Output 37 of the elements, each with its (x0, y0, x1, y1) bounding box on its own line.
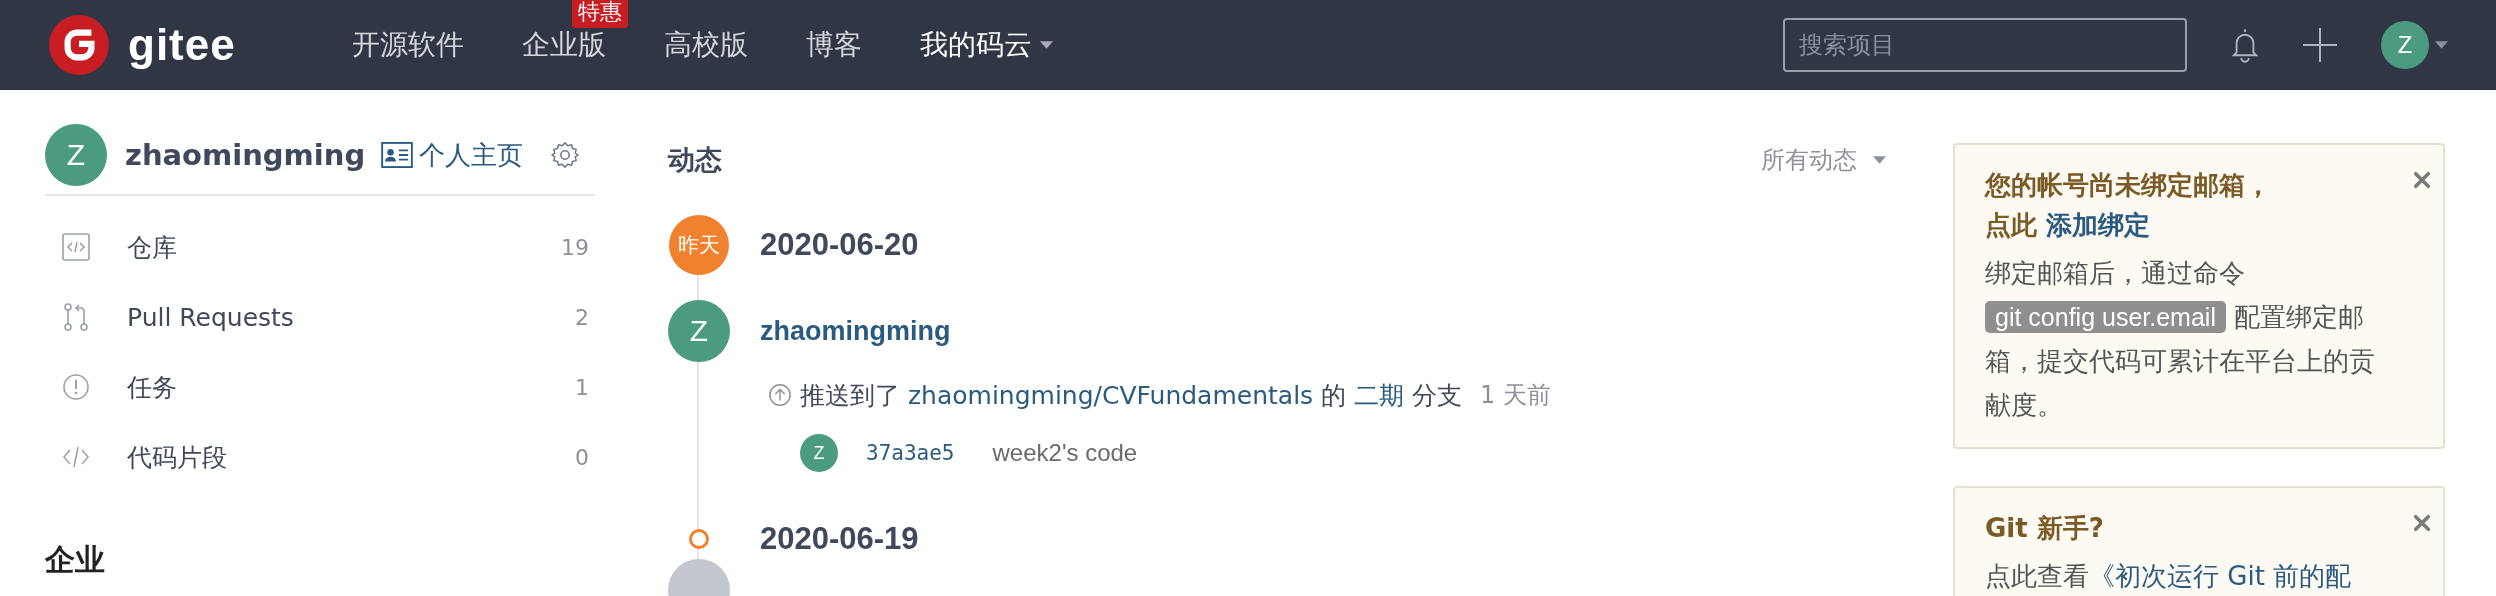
day-badge: 昨天 (669, 215, 729, 275)
item-count: 2 (575, 304, 590, 330)
sidebar-item[interactable]: Pull Requests 2 (45, 282, 595, 352)
branch-link[interactable]: 二期 (1354, 380, 1404, 410)
notice-title: Git 新手? (1985, 512, 2105, 545)
notice-text: 点此查看《初次运行 Git 前的配 (1985, 560, 2353, 593)
username[interactable]: zhaomingming (125, 138, 366, 172)
sidebar-item[interactable]: 代码片段 0 (45, 422, 595, 492)
feed-heading: 动态 (668, 143, 722, 177)
date-heading: 2020-06-19 (760, 521, 919, 557)
promo-badge: 特惠 (572, 0, 628, 28)
date-heading: 2020-06-20 (760, 227, 919, 263)
nav-link[interactable]: 博客 (806, 26, 862, 64)
search-field[interactable]: 搜索项目 (1783, 18, 2187, 72)
commit-message: week2's code (992, 439, 1138, 467)
repo-link[interactable]: zhaomingming/CVFundamentals (907, 380, 1314, 410)
guide-link[interactable]: 《初次运行 Git 前的配 (2089, 561, 2352, 591)
nav-link[interactable]: 企业版 (522, 26, 606, 64)
notice-text: 绑定邮箱后，通过命令 git config user.email 配置绑定邮箱，提交代码可累计在平台上的贡献度。 (1985, 257, 2376, 422)
commit-hash-link[interactable]: 37a3ae5 (866, 441, 955, 465)
sidebar-item[interactable]: 仓库 19 (45, 212, 595, 282)
sidebar-item[interactable]: 任务 1 (45, 352, 595, 422)
item-count: 0 (575, 444, 590, 470)
profile-link[interactable]: 个人主页 (381, 137, 524, 173)
nav-link[interactable]: 高校版 (664, 26, 748, 64)
logo-text[interactable]: gitee (128, 20, 236, 70)
notice-title: 您的帐号尚未绑定邮箱， 点此 添加绑定 (1985, 169, 2272, 242)
code-snippet: git config user.email (1985, 301, 2226, 333)
item-count: 1 (575, 374, 590, 400)
activity-text: 推送到了 zhaomingming/CVFundamentals 的 二期 分支 (800, 379, 1462, 412)
section-heading: 企业 (45, 541, 106, 579)
nav-link[interactable]: 我的码云 (920, 26, 1053, 64)
add-binding-link[interactable]: 添加绑定 (2046, 210, 2151, 240)
user-link[interactable]: zhaomingming (760, 315, 951, 347)
item-count: 19 (561, 234, 590, 260)
nav-link[interactable]: 开源软件 (352, 26, 464, 64)
timestamp: 1 天前 (1479, 380, 1551, 411)
